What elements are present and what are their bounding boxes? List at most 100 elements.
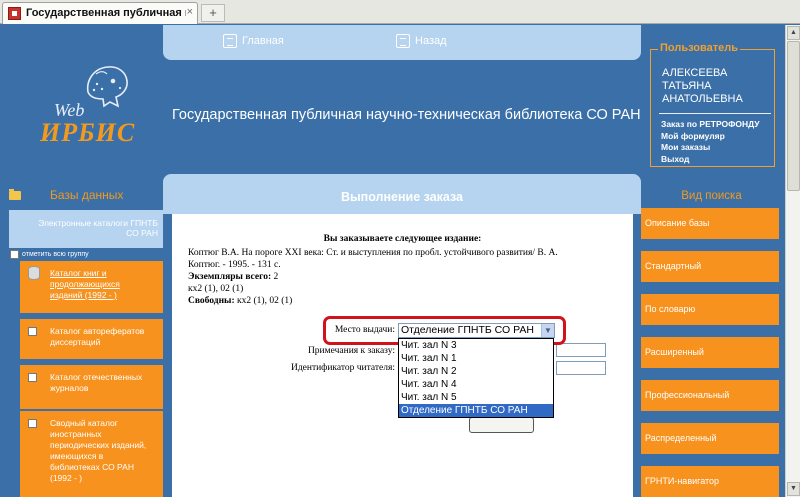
select-all-label: отметить всю группу [22, 251, 89, 258]
database-item-label: Сводный каталог иностранных периодически… [50, 418, 159, 484]
reader-id-label: Идентификатор читателя: [290, 363, 395, 373]
web-irbis-logo[interactable]: Web ИРБИС [30, 60, 140, 160]
site-title: Государственная публичная научно-техниче… [172, 107, 641, 123]
search-type-database-description[interactable]: Описание базы [641, 208, 779, 239]
free-copies: Свободны: кх2 (1), 02 (1) [188, 295, 598, 307]
dropdown-option[interactable]: Чит. зал N 3 [399, 339, 553, 352]
site-favicon-icon [8, 7, 21, 20]
dropdown-option[interactable]: Чит. зал N 1 [399, 352, 553, 365]
label-line: Сводный каталог [50, 418, 118, 428]
vertical-scrollbar[interactable]: ▲ ▼ [785, 25, 800, 497]
database-item-label[interactable]: Каталог книг и продолжающихся изданий (1… [50, 268, 159, 301]
database-checkbox[interactable] [28, 419, 37, 428]
user-name-line: АЛЕКСЕЕВА [662, 67, 728, 79]
user-links: Заказ по РЕТРОФОНДУ Мой формуляр Мои зак… [661, 119, 760, 165]
label-line: журналов [50, 383, 89, 393]
user-panel: Пользователь АЛЕКСЕЕВА ТАТЬЯНА АНАТОЛЬЕВ… [650, 42, 775, 167]
pickup-place-dropdown[interactable]: Чит. зал N 3 Чит. зал N 1 Чит. зал N 2 Ч… [398, 338, 554, 418]
nav-back-link[interactable]: Назад [396, 34, 447, 48]
divider [659, 113, 771, 114]
database-checkbox[interactable] [28, 373, 37, 382]
label-line: Каталог авторефератов [50, 326, 145, 336]
retrofund-order-link[interactable]: Заказ по РЕТРОФОНДУ [661, 119, 760, 131]
submit-order-button[interactable] [469, 417, 534, 433]
label-line: изданий (1992 - ) [50, 290, 117, 300]
order-panel-header: Выполнение заказа [163, 174, 641, 214]
folder-icon [9, 189, 21, 200]
browser-tab[interactable]: Государственная публичная научно-... × [2, 2, 198, 24]
label-line: диссертаций [50, 337, 101, 347]
reader-id-input[interactable] [556, 361, 606, 375]
top-navigation: Главная Назад [163, 25, 641, 60]
new-tab-button[interactable]: + [201, 4, 225, 22]
free-value: кх2 (1), 02 (1) [234, 296, 293, 306]
databases-header: Базы данных [0, 185, 163, 207]
search-type-distributed[interactable]: Распределенный [641, 423, 779, 454]
dropdown-option[interactable]: Чит. зал N 4 [399, 378, 553, 391]
label-line: иностранных [50, 429, 102, 439]
user-name: АЛЕКСЕЕВА ТАТЬЯНА АНАТОЛЬЕВНА [662, 67, 743, 106]
dropdown-option[interactable]: Чит. зал N 2 [399, 365, 553, 378]
back-icon [396, 34, 410, 48]
label-line: продолжающихся [50, 279, 120, 289]
home-icon [223, 34, 237, 48]
my-record-link[interactable]: Мой формуляр [661, 131, 760, 143]
select-all-checkbox[interactable] [10, 250, 19, 259]
search-type-advanced[interactable]: Расширенный [641, 337, 779, 368]
copies-label: Экземпляры всего: [188, 272, 272, 282]
tab-close-icon[interactable]: × [187, 6, 193, 18]
database-icon [28, 266, 40, 280]
label-line: библиотеках СО РАН [50, 462, 134, 472]
dropdown-option-selected[interactable]: Отделение ГПНТБ СО РАН [399, 404, 553, 417]
nav-home-link[interactable]: Главная [223, 34, 284, 48]
scroll-down-icon[interactable]: ▼ [787, 482, 800, 496]
database-checkbox[interactable] [28, 327, 37, 336]
database-item-label: Каталог отечественных журналов [50, 372, 159, 394]
holdings: кх2 (1), 02 (1) [188, 284, 244, 294]
user-name-line: АНАТОЛЬЕВНА [662, 93, 743, 105]
browser-tab-strip: Государственная публичная научно-... × + [0, 0, 800, 24]
user-panel-title: Пользователь [658, 42, 741, 54]
search-type-grnti-navigator[interactable]: ГРНТИ-навигатор [641, 466, 779, 497]
logout-link[interactable]: Выход [661, 154, 760, 166]
label-line: (1992 - ) [50, 473, 83, 483]
database-item-journals[interactable]: Каталог отечественных журналов [20, 365, 163, 409]
label-line: Каталог книг и [50, 268, 107, 278]
order-note-input[interactable] [556, 343, 606, 357]
selected-group-line: СО РАН [126, 228, 158, 238]
order-description: Коптюг В.А. На пороге XXI века: Ст. и вы… [188, 247, 598, 307]
order-panel-title: Выполнение заказа [340, 190, 464, 204]
nav-back-label: Назад [415, 35, 447, 47]
selected-database-group[interactable]: Электронные каталоги ГПНТБ СО РАН [9, 210, 163, 248]
user-name-line: ТАТЬЯНА [662, 80, 712, 92]
label-line: периодических изданий, [50, 440, 147, 450]
page: Web ИРБИС Главная Назад Государственная … [0, 25, 800, 497]
citation-line: Коптюг. - 1995. - 131 с. [188, 260, 281, 270]
database-item-foreign-periodicals[interactable]: Сводный каталог иностранных периодически… [20, 411, 163, 497]
free-label: Свободны: [188, 296, 235, 306]
order-note-label: Примечания к заказу: [307, 346, 395, 356]
order-heading: Вы заказываете следующее издание: [323, 234, 482, 244]
citation-line: Коптюг В.А. На пороге XXI века: Ст. и вы… [188, 248, 558, 258]
database-item-label: Каталог авторефератов диссертаций [50, 326, 159, 348]
search-type-header: Вид поиска [681, 190, 742, 202]
databases-header-label: Базы данных [50, 188, 124, 202]
copies-total: Экземпляры всего: 2 [188, 271, 598, 283]
label-line: Каталог отечественных [50, 372, 143, 382]
search-type-dictionary[interactable]: По словарю [641, 294, 779, 325]
nav-home-label: Главная [242, 35, 284, 47]
search-type-professional[interactable]: Профессиональный [641, 380, 779, 411]
database-item-books[interactable]: Каталог книг и продолжающихся изданий (1… [20, 261, 163, 313]
scroll-up-icon[interactable]: ▲ [787, 26, 800, 40]
scrollbar-thumb[interactable] [787, 41, 800, 191]
dropdown-option[interactable]: Чит. зал N 5 [399, 391, 553, 404]
database-item-dissertations[interactable]: Каталог авторефератов диссертаций [20, 319, 163, 359]
order-content: Вы заказываете следующее издание: Коптюг… [172, 214, 633, 497]
label-line: имеющихся в [50, 451, 104, 461]
my-orders-link[interactable]: Мои заказы [661, 142, 760, 154]
copies-value: 2 [271, 272, 279, 282]
select-all-group[interactable]: отметить всю группу [10, 250, 89, 259]
search-type-standard[interactable]: Стандартный [641, 251, 779, 282]
leopard-head-icon [86, 66, 128, 108]
browser-tab-title: Государственная публичная научно-... [26, 7, 186, 19]
